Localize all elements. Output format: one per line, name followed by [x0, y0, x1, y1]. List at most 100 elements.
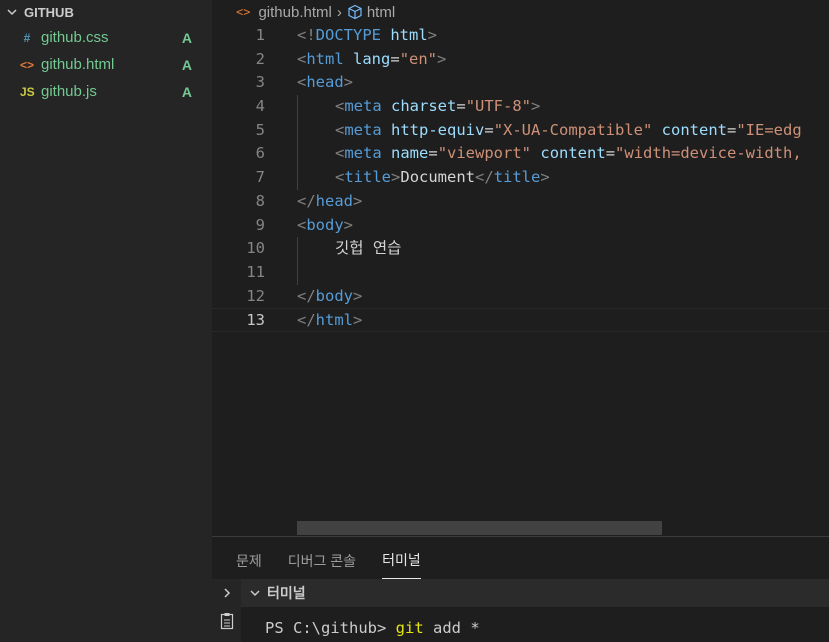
file-item[interactable]: # github.css A [0, 24, 212, 51]
line-text: </body> [297, 285, 362, 309]
code-line[interactable]: 11 [212, 261, 829, 285]
code-line[interactable]: 9 <body> [212, 214, 829, 238]
code-line[interactable]: 10 깃헙 연습 [212, 237, 829, 261]
chevron-down-icon [4, 4, 20, 20]
file-item[interactable]: <> github.html A [0, 51, 212, 78]
code-token: > [343, 73, 354, 92]
code-line[interactable]: 1 <!DOCTYPE html> [212, 24, 829, 48]
code-token: <! [297, 26, 316, 44]
file-type-icon: JS [20, 84, 35, 99]
code-line[interactable]: 7 <title>Document</title> [212, 166, 829, 190]
line-number: 3 [255, 73, 265, 92]
clipboard-icon[interactable] [212, 607, 241, 635]
html-file-icon: <> [236, 5, 251, 19]
git-status-badge: A [181, 56, 192, 73]
chevron-down-icon [249, 587, 261, 599]
code-token: "IE=edg [736, 120, 802, 139]
code-token: = [428, 144, 438, 163]
line-number: 4 [255, 97, 265, 116]
line-text: <meta charset="UTF-8"> [297, 95, 540, 119]
terminal-line[interactable]: PS C:\github> git add * [265, 619, 480, 637]
code-line[interactable]: 8 </head> [212, 190, 829, 214]
line-number: 13 [246, 311, 265, 330]
terminal-title: 터미널 [267, 585, 306, 601]
code-token: html [390, 26, 428, 44]
code-line[interactable]: 3 <head> [212, 71, 829, 95]
chevron-right-icon: › [336, 3, 342, 21]
breadcrumb: <> github.html › html [212, 0, 829, 24]
line-text: </head> [297, 190, 362, 214]
line-number: 11 [246, 262, 265, 281]
code-token: "viewport" [437, 144, 532, 163]
terminal-args: add * [423, 619, 480, 637]
code-token: < [297, 73, 307, 92]
explorer-folder-header[interactable]: GITHUB [0, 0, 212, 24]
panel-tab[interactable]: 터미널 [382, 550, 421, 579]
code-token: = [727, 120, 737, 139]
panel-tab[interactable]: 디버그 콘솔 [288, 551, 356, 579]
code-line[interactable]: 12 </body> [212, 285, 829, 309]
line-text: <meta http-equiv="X-UA-Compatible" conte… [297, 119, 802, 143]
code-token: html [306, 49, 344, 68]
code-token: meta [344, 97, 382, 116]
file-list: # github.css A <> github.html A JS github.js A [0, 24, 212, 105]
code-token: "en" [399, 49, 438, 68]
code-token: </ [297, 286, 316, 305]
bottom-panel: 문제 디버그 콘솔 터미널 터미널 PS C:\github> git add * [212, 536, 829, 642]
code-token: < [335, 97, 345, 116]
file-item[interactable]: JS github.js A [0, 78, 212, 105]
code-line[interactable]: 2 <html lang="en"> [212, 48, 829, 72]
code-token: 깃헙 연습 [335, 239, 402, 258]
code-token: > [427, 26, 438, 44]
panel-tabs: 문제 디버그 콘솔 터미널 [212, 537, 829, 579]
code-token: DOCTYPE [315, 26, 381, 44]
explorer-sidebar: GITHUB # github.css A <> github.html A JS githu… [0, 0, 212, 642]
line-number: 1 [255, 26, 265, 44]
code-token: lang [353, 49, 391, 68]
line-text: </html> [297, 309, 362, 333]
terminal-section-header[interactable]: 터미널 [241, 579, 829, 607]
code-token: = [390, 49, 400, 68]
code-token: name [391, 144, 429, 163]
code-token: > [343, 215, 354, 234]
line-number: 8 [255, 191, 265, 210]
code-line[interactable]: 6 <meta name="viewport" content="width=de… [212, 142, 829, 166]
line-text: <body> [297, 214, 353, 238]
line-text: <title>Document</title> [297, 166, 550, 190]
code-token: title [493, 168, 541, 187]
code-area[interactable]: 1 <!DOCTYPE html> 2 <html lang="en"> 3 <head>… [212, 24, 829, 332]
chevron-right-icon[interactable] [212, 579, 241, 607]
code-token: > [353, 311, 363, 330]
code-token: "X-UA-Compatible" [493, 120, 653, 139]
folder-name: GITHUB [24, 4, 74, 20]
code-token: body [315, 286, 353, 305]
code-token: = [605, 144, 616, 163]
line-text: 깃헙 연습 [297, 237, 401, 261]
code-token: </ [297, 191, 316, 210]
code-line[interactable]: 4 <meta charset="UTF-8"> [212, 95, 829, 119]
panel-tab[interactable]: 문제 [236, 551, 262, 579]
line-text: <meta name="viewport" content="width=dev… [297, 142, 802, 166]
code-token: < [335, 168, 345, 187]
code-token: </ [297, 311, 316, 330]
code-token: html [315, 311, 353, 330]
code-token: content [540, 144, 606, 163]
code-token: = [484, 120, 494, 139]
code-token: body [306, 215, 344, 234]
editor[interactable]: <> github.html › html 1 <!DOCTYPE html> 2 <… [212, 0, 829, 536]
code-token: > [540, 168, 550, 187]
breadcrumb-symbol[interactable]: html [367, 4, 395, 21]
code-token: > [531, 97, 541, 116]
code-line[interactable]: 5 <meta http-equiv="X-UA-Compatible" cont… [212, 119, 829, 143]
code-token: < [335, 120, 345, 139]
line-number: 9 [255, 215, 265, 234]
code-token: http-equiv [391, 120, 485, 139]
breadcrumb-file[interactable]: github.html [258, 4, 331, 21]
code-line[interactable]: 13 </html> [212, 308, 829, 332]
line-number: 5 [255, 120, 265, 139]
horizontal-scrollbar[interactable] [297, 521, 662, 535]
